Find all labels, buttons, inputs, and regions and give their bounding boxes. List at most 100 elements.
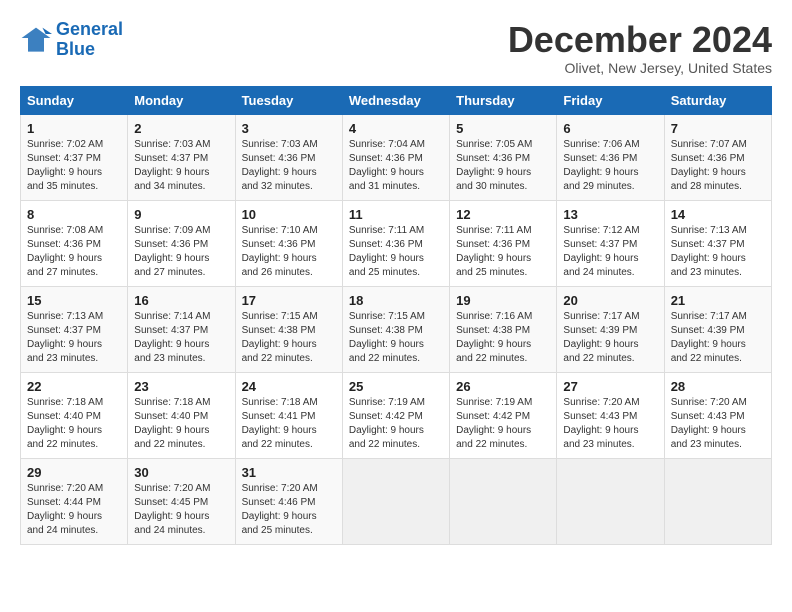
calendar-cell: 4 Sunrise: 7:04 AMSunset: 4:36 PMDaylight… [342, 114, 449, 200]
day-info: Sunrise: 7:15 AMSunset: 4:38 PMDaylight:… [242, 310, 336, 366]
day-info: Sunrise: 7:17 AMSunset: 4:39 PMDaylight:… [563, 310, 657, 366]
calendar-cell: 26 Sunrise: 7:19 AMSunset: 4:42 PMDayligh… [450, 372, 557, 458]
calendar-cell: 27Sunrise: 7:20 AMSunset: 4:43 PMDayligh… [557, 372, 664, 458]
calendar-cell: 28 Sunrise: 7:20 AMSunset: 4:43 PMDayligh… [664, 372, 771, 458]
calendar-cell: 19 Sunrise: 7:16 AMSunset: 4:38 PMDayligh… [450, 286, 557, 372]
calendar-cell: 8 Sunrise: 7:08 AMSunset: 4:36 PMDaylight… [21, 200, 128, 286]
weekday-header-row: SundayMondayTuesdayWednesdayThursdayFrid… [21, 86, 772, 114]
weekday-header: Sunday [21, 86, 128, 114]
weekday-header: Friday [557, 86, 664, 114]
calendar-cell: 7 Sunrise: 7:07 AMSunset: 4:36 PMDaylight… [664, 114, 771, 200]
day-number: 6 [563, 121, 657, 136]
location: Olivet, New Jersey, United States [508, 60, 772, 76]
day-number: 3 [242, 121, 336, 136]
calendar-cell: 31 Sunrise: 7:20 AMSunset: 4:46 PMDayligh… [235, 458, 342, 544]
day-number: 30 [134, 465, 228, 480]
calendar-cell: 1 Sunrise: 7:02 AMSunset: 4:37 PMDaylight… [21, 114, 128, 200]
day-info: Sunrise: 7:05 AMSunset: 4:36 PMDaylight:… [456, 138, 550, 194]
day-number: 7 [671, 121, 765, 136]
day-number: 26 [456, 379, 550, 394]
day-number: 16 [134, 293, 228, 308]
day-info: Sunrise: 7:02 AMSunset: 4:37 PMDaylight:… [27, 138, 121, 194]
calendar-cell: 21Sunrise: 7:17 AMSunset: 4:39 PMDayligh… [664, 286, 771, 372]
day-info: Sunrise: 7:20 AMSunset: 4:43 PMDaylight:… [563, 396, 657, 452]
calendar-cell: 15 Sunrise: 7:13 AMSunset: 4:37 PMDayligh… [21, 286, 128, 372]
calendar-cell: 10 Sunrise: 7:10 AMSunset: 4:36 PMDayligh… [235, 200, 342, 286]
day-number: 21 [671, 293, 765, 308]
day-info: Sunrise: 7:04 AMSunset: 4:36 PMDaylight:… [349, 138, 443, 194]
day-number: 1 [27, 121, 121, 136]
calendar-cell: 17 Sunrise: 7:15 AMSunset: 4:38 PMDayligh… [235, 286, 342, 372]
day-info: Sunrise: 7:18 AMSunset: 4:40 PMDaylight:… [134, 396, 228, 452]
day-number: 31 [242, 465, 336, 480]
calendar-cell: 24Sunrise: 7:18 AMSunset: 4:41 PMDayligh… [235, 372, 342, 458]
day-info: Sunrise: 7:20 AMSunset: 4:45 PMDaylight:… [134, 482, 228, 538]
day-number: 29 [27, 465, 121, 480]
calendar-week-row: 1 Sunrise: 7:02 AMSunset: 4:37 PMDaylight… [21, 114, 772, 200]
day-number: 12 [456, 207, 550, 222]
calendar-cell: 11 Sunrise: 7:11 AMSunset: 4:36 PMDayligh… [342, 200, 449, 286]
day-info: Sunrise: 7:13 AMSunset: 4:37 PMDaylight:… [27, 310, 121, 366]
calendar-cell: 23 Sunrise: 7:18 AMSunset: 4:40 PMDayligh… [128, 372, 235, 458]
day-number: 4 [349, 121, 443, 136]
calendar-week-row: 15 Sunrise: 7:13 AMSunset: 4:37 PMDayligh… [21, 286, 772, 372]
day-info: Sunrise: 7:20 AMSunset: 4:46 PMDaylight:… [242, 482, 336, 538]
day-info: Sunrise: 7:03 AMSunset: 4:37 PMDaylight:… [134, 138, 228, 194]
day-number: 25 [349, 379, 443, 394]
day-info: Sunrise: 7:20 AMSunset: 4:44 PMDaylight:… [27, 482, 121, 538]
day-number: 11 [349, 207, 443, 222]
day-number: 9 [134, 207, 228, 222]
calendar-cell: 22 Sunrise: 7:18 AMSunset: 4:40 PMDayligh… [21, 372, 128, 458]
calendar: SundayMondayTuesdayWednesdayThursdayFrid… [20, 86, 772, 545]
day-info: Sunrise: 7:16 AMSunset: 4:38 PMDaylight:… [456, 310, 550, 366]
day-info: Sunrise: 7:07 AMSunset: 4:36 PMDaylight:… [671, 138, 765, 194]
header: GeneralBlue December 2024 Olivet, New Je… [20, 20, 772, 76]
weekday-header: Tuesday [235, 86, 342, 114]
day-info: Sunrise: 7:14 AMSunset: 4:37 PMDaylight:… [134, 310, 228, 366]
day-number: 19 [456, 293, 550, 308]
calendar-cell: 20 Sunrise: 7:17 AMSunset: 4:39 PMDayligh… [557, 286, 664, 372]
day-info: Sunrise: 7:12 AMSunset: 4:37 PMDaylight:… [563, 224, 657, 280]
calendar-cell [450, 458, 557, 544]
calendar-cell: 6Sunrise: 7:06 AMSunset: 4:36 PMDaylight… [557, 114, 664, 200]
day-info: Sunrise: 7:11 AMSunset: 4:36 PMDaylight:… [349, 224, 443, 280]
day-number: 13 [563, 207, 657, 222]
calendar-cell [664, 458, 771, 544]
calendar-cell [342, 458, 449, 544]
calendar-week-row: 8 Sunrise: 7:08 AMSunset: 4:36 PMDaylight… [21, 200, 772, 286]
title-area: December 2024 Olivet, New Jersey, United… [508, 20, 772, 76]
day-number: 17 [242, 293, 336, 308]
calendar-cell: 14Sunrise: 7:13 AMSunset: 4:37 PMDayligh… [664, 200, 771, 286]
calendar-cell: 2Sunrise: 7:03 AMSunset: 4:37 PMDaylight… [128, 114, 235, 200]
day-info: Sunrise: 7:19 AMSunset: 4:42 PMDaylight:… [349, 396, 443, 452]
day-info: Sunrise: 7:18 AMSunset: 4:40 PMDaylight:… [27, 396, 121, 452]
day-info: Sunrise: 7:08 AMSunset: 4:36 PMDaylight:… [27, 224, 121, 280]
weekday-header: Monday [128, 86, 235, 114]
day-number: 15 [27, 293, 121, 308]
calendar-cell: 5 Sunrise: 7:05 AMSunset: 4:36 PMDaylight… [450, 114, 557, 200]
calendar-cell: 9 Sunrise: 7:09 AMSunset: 4:36 PMDaylight… [128, 200, 235, 286]
weekday-header: Wednesday [342, 86, 449, 114]
day-number: 22 [27, 379, 121, 394]
calendar-cell [557, 458, 664, 544]
day-number: 14 [671, 207, 765, 222]
calendar-cell: 18Sunrise: 7:15 AMSunset: 4:38 PMDayligh… [342, 286, 449, 372]
day-number: 10 [242, 207, 336, 222]
day-info: Sunrise: 7:20 AMSunset: 4:43 PMDaylight:… [671, 396, 765, 452]
day-info: Sunrise: 7:03 AMSunset: 4:36 PMDaylight:… [242, 138, 336, 194]
month-title: December 2024 [508, 20, 772, 60]
calendar-week-row: 29 Sunrise: 7:20 AMSunset: 4:44 PMDayligh… [21, 458, 772, 544]
calendar-cell: 29 Sunrise: 7:20 AMSunset: 4:44 PMDayligh… [21, 458, 128, 544]
day-number: 20 [563, 293, 657, 308]
day-number: 24 [242, 379, 336, 394]
weekday-header: Saturday [664, 86, 771, 114]
day-info: Sunrise: 7:10 AMSunset: 4:36 PMDaylight:… [242, 224, 336, 280]
day-number: 23 [134, 379, 228, 394]
day-number: 8 [27, 207, 121, 222]
calendar-cell: 25 Sunrise: 7:19 AMSunset: 4:42 PMDayligh… [342, 372, 449, 458]
day-number: 5 [456, 121, 550, 136]
day-info: Sunrise: 7:19 AMSunset: 4:42 PMDaylight:… [456, 396, 550, 452]
day-info: Sunrise: 7:09 AMSunset: 4:36 PMDaylight:… [134, 224, 228, 280]
calendar-cell: 16 Sunrise: 7:14 AMSunset: 4:37 PMDayligh… [128, 286, 235, 372]
day-number: 28 [671, 379, 765, 394]
